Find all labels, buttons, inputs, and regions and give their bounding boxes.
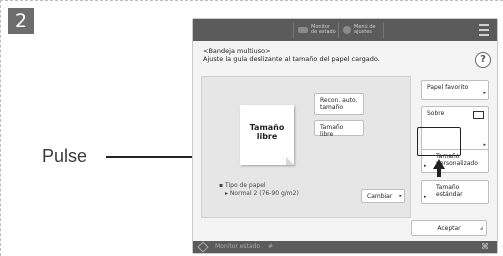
free-size-button[interactable]: Tamaño libre <box>314 120 364 138</box>
paper-type-value: ▸ Normal 2 (76-90 g/m2) <box>225 190 299 197</box>
paper-preview-label: Tamaño libre <box>249 123 285 141</box>
enter-icon: ↲ <box>479 226 484 232</box>
help-button[interactable]: ? <box>475 52 491 68</box>
dashed-border-left <box>0 0 1 256</box>
topbar-separator <box>338 22 339 38</box>
tray-instructions: Ajuste la guía deslizante al tamaño del … <box>203 55 380 63</box>
chevron-right-icon: ▸ <box>483 90 486 96</box>
dashed-border-top <box>0 0 503 1</box>
status-diamond-icon <box>197 241 209 253</box>
menu-icon[interactable] <box>479 24 489 36</box>
tray-title: <Bandeja multiuso> <box>203 47 271 55</box>
status-monitor-tab[interactable]: Monitor de estado <box>298 23 337 37</box>
counter-icon[interactable]: ⌘ <box>481 242 491 251</box>
paper-type-info: ▪ Tipo de papel ▸ Normal 2 (76-90 g/m2) <box>219 182 299 198</box>
accept-button[interactable]: Aceptar ↲ <box>411 220 487 236</box>
paper-type-label: ▪ Tipo de papel <box>219 182 266 189</box>
footer-bar: Monitor estado # ⌘ <box>193 241 497 253</box>
top-bar: Monitor de estado Menú de ajustes <box>193 19 497 41</box>
topbar-separator <box>383 22 384 38</box>
envelope-icon <box>473 111 484 119</box>
auto-size-recognition-button[interactable]: Recon. auto. tamaño <box>314 93 364 115</box>
device-screen: Monitor de estado Menú de ajustes <Bande… <box>192 18 498 254</box>
step-number: 2 <box>8 8 34 34</box>
paper-fold-corner <box>286 157 294 165</box>
settings-menu-tab[interactable]: Menú de ajustes <box>343 23 378 37</box>
topbar-separator <box>293 22 294 38</box>
footer-status-text[interactable]: Monitor estado # <box>215 243 273 250</box>
chevron-right-icon: ▸ <box>483 142 486 148</box>
change-paper-type-button[interactable]: Cambiar ▸ <box>361 189 405 203</box>
favorite-paper-button[interactable]: Papel favorito ▸ <box>421 80 489 100</box>
standard-size-button[interactable]: Tamaño estándar ▸ <box>421 180 489 204</box>
pulse-callout-label: Pulse <box>42 146 88 166</box>
chevron-right-icon: ▸ <box>424 163 427 169</box>
chevron-right-icon: ▸ <box>424 194 427 200</box>
highlight-box <box>417 127 461 156</box>
monitor-icon <box>298 27 308 33</box>
paper-preview: Tamaño libre <box>240 105 294 165</box>
pointer-arrow-shaft <box>437 168 441 177</box>
hash-icon: # <box>267 243 273 250</box>
settings-menu-label: Menú de ajustes <box>354 24 376 35</box>
status-monitor-label: Monitor de estado <box>311 24 336 35</box>
screen-header: <Bandeja multiuso> Ajuste la guía desliz… <box>203 47 380 63</box>
settings-icon <box>343 26 351 34</box>
chevron-right-icon: ▸ <box>399 193 402 199</box>
